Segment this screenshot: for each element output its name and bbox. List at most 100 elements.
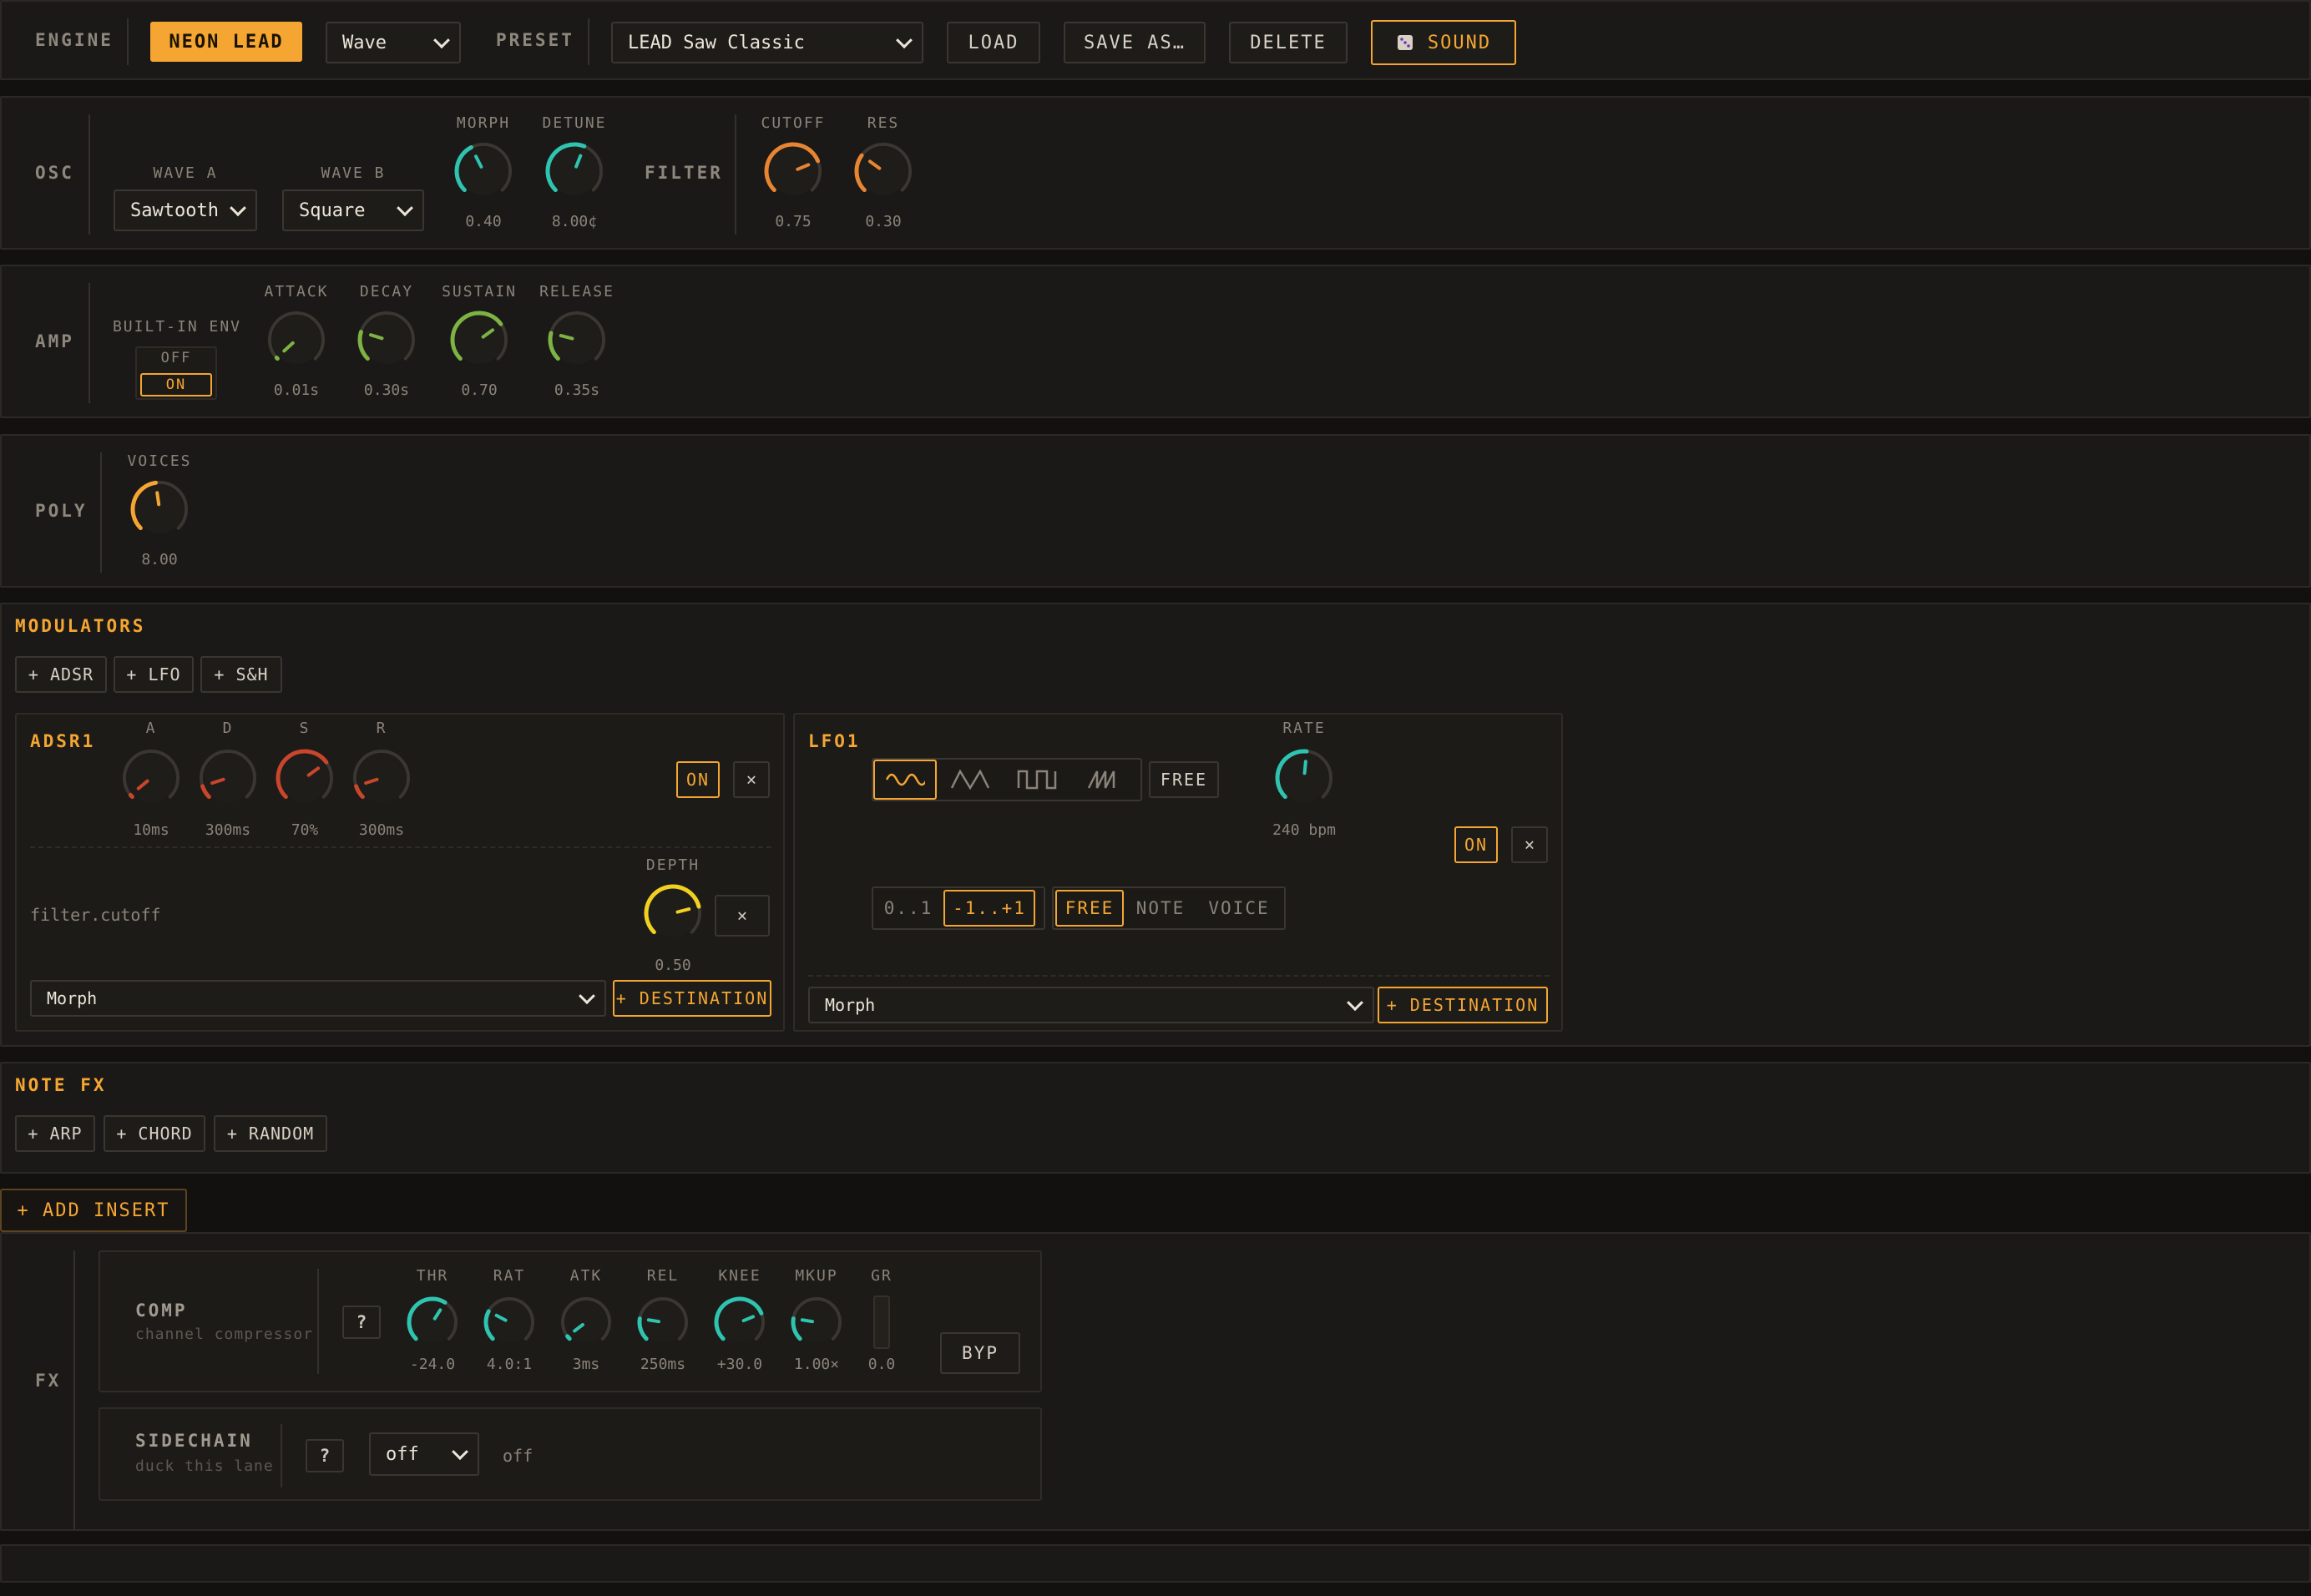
- square-shape-option[interactable]: [1004, 760, 1070, 800]
- knob-body: [553, 316, 601, 364]
- adsr1-d-value: 300ms: [205, 821, 251, 839]
- load-button[interactable]: LOAD: [947, 22, 1040, 63]
- rat-label: RAT: [493, 1267, 526, 1285]
- wave-a-select[interactable]: Sawtooth: [114, 189, 257, 231]
- thr-knob[interactable]: [406, 1295, 459, 1349]
- triangle-shape-option[interactable]: [937, 760, 1004, 800]
- sidechain-help-button[interactable]: ?: [306, 1439, 344, 1472]
- adsr1-dest-value: Morph: [47, 988, 98, 1008]
- wave-a-value: Sawtooth: [130, 200, 219, 221]
- chevron-down-icon: [230, 200, 246, 217]
- add-lfo-button[interactable]: + LFO: [114, 656, 194, 693]
- delete-button[interactable]: DELETE: [1229, 22, 1348, 63]
- thr-label: THR: [416, 1267, 449, 1285]
- knob-indicator: [800, 1318, 815, 1324]
- add-sh-button[interactable]: + S&H: [200, 656, 282, 693]
- voices-knob[interactable]: [129, 479, 190, 539]
- add-adsr-button[interactable]: + ADSR: [15, 656, 107, 693]
- add-arp-button[interactable]: + ARP: [15, 1115, 95, 1152]
- engine-name-badge[interactable]: NEON LEAD: [150, 22, 302, 62]
- lfo1-on-button[interactable]: ON: [1454, 826, 1498, 863]
- env-off-option[interactable]: OFF: [137, 350, 215, 366]
- mode-free-option[interactable]: FREE: [1055, 890, 1124, 927]
- sine-shape-option[interactable]: [873, 760, 937, 800]
- square-wave-icon: [1017, 770, 1057, 790]
- preset-select-value: LEAD Saw Classic: [628, 32, 805, 53]
- release-label: RELEASE: [539, 283, 614, 301]
- comp-help-button[interactable]: ?: [342, 1306, 381, 1339]
- lfo1-add-destination-button[interactable]: + DESTINATION: [1378, 987, 1548, 1023]
- add-random-button[interactable]: + RANDOM: [214, 1115, 327, 1152]
- attack-value: 0.01s: [273, 381, 320, 399]
- detune-value: 8.00¢: [551, 213, 598, 230]
- sustain-knob[interactable]: [449, 310, 509, 370]
- release-knob[interactable]: [547, 310, 607, 370]
- decay-value: 0.30s: [363, 381, 410, 399]
- knob-body: [649, 889, 697, 937]
- rat-knob[interactable]: [483, 1295, 536, 1349]
- sidechain-source-select[interactable]: off: [369, 1432, 479, 1476]
- decay-knob[interactable]: [357, 310, 417, 370]
- builtin-env-label: BUILT-IN ENV: [112, 318, 242, 336]
- atk-knob[interactable]: [559, 1295, 613, 1349]
- engine-select[interactable]: Wave: [326, 22, 461, 63]
- add-insert-button[interactable]: + ADD INSERT: [0, 1189, 187, 1232]
- env-on-option[interactable]: ON: [140, 373, 212, 396]
- attack-knob[interactable]: [266, 310, 326, 370]
- osc-label: OSC: [35, 163, 74, 183]
- adsr1-close-button[interactable]: ×: [733, 761, 770, 798]
- cutoff-value: 0.75: [775, 213, 812, 230]
- lfo1-dest-select[interactable]: Morph: [808, 987, 1374, 1023]
- divider: [100, 452, 102, 573]
- depth-label: DEPTH: [645, 856, 700, 874]
- morph-knob[interactable]: [453, 141, 513, 201]
- adsr1-a-knob[interactable]: [121, 748, 181, 808]
- knee-label: KNEE: [718, 1267, 761, 1285]
- detune-label: DETUNE: [542, 114, 607, 132]
- detune-knob[interactable]: [544, 141, 604, 201]
- sidechain-status: off: [503, 1446, 534, 1466]
- wave-b-value: Square: [299, 200, 366, 221]
- adsr1-add-destination-button[interactable]: + DESTINATION: [613, 980, 771, 1017]
- poly-label: POLY: [35, 501, 88, 521]
- divider: [127, 18, 129, 65]
- mode-voice-option[interactable]: VOICE: [1197, 888, 1281, 928]
- decay-label: DECAY: [359, 283, 414, 301]
- adsr1-dest-select[interactable]: Morph: [30, 980, 606, 1017]
- adsr1-card: ADSR1 A 10ms D 300ms S 70% R 300ms ON × …: [15, 713, 785, 1032]
- preset-select[interactable]: LEAD Saw Classic: [611, 22, 923, 63]
- save-as-button[interactable]: SAVE AS…: [1064, 22, 1206, 63]
- route-remove-button[interactable]: ×: [715, 895, 770, 937]
- env-toggle[interactable]: OFF ON: [135, 346, 217, 400]
- lfo1-close-button[interactable]: ×: [1511, 826, 1548, 863]
- adsr1-d-knob[interactable]: [198, 748, 258, 808]
- add-chord-button[interactable]: + CHORD: [104, 1115, 205, 1152]
- lfo-range-selector: 0..1 -1..+1: [872, 886, 1045, 930]
- range-bipolar-option[interactable]: -1..+1: [943, 890, 1035, 927]
- mode-note-option[interactable]: NOTE: [1124, 888, 1197, 928]
- knee-knob[interactable]: [713, 1295, 766, 1349]
- adsr1-r-knob[interactable]: [351, 748, 412, 808]
- rate-label: RATE: [1282, 720, 1326, 737]
- bypass-button[interactable]: BYP: [940, 1332, 1020, 1374]
- amp-label: AMP: [35, 331, 74, 351]
- adsr1-s-knob[interactable]: [275, 748, 335, 808]
- wave-b-label: WAVE B: [321, 164, 386, 182]
- triangle-wave-icon: [950, 770, 990, 790]
- release-value: 0.35s: [554, 381, 600, 399]
- mkup-knob[interactable]: [790, 1295, 843, 1349]
- range-unipolar-option[interactable]: 0..1: [873, 888, 943, 928]
- lfo1-sync-button[interactable]: FREE: [1149, 761, 1219, 798]
- wave-b-select[interactable]: Square: [282, 189, 424, 231]
- rel-knob[interactable]: [636, 1295, 690, 1349]
- adsr1-on-button[interactable]: ON: [676, 761, 720, 798]
- res-knob[interactable]: [853, 141, 913, 201]
- knob-body: [412, 1301, 453, 1343]
- cutoff-knob[interactable]: [763, 141, 823, 201]
- depth-knob[interactable]: [643, 883, 703, 943]
- notefx-title: NOTE FX: [15, 1075, 107, 1095]
- sound-button[interactable]: SOUND: [1371, 20, 1516, 65]
- rate-knob[interactable]: [1274, 748, 1334, 808]
- saw-shape-option[interactable]: [1070, 760, 1137, 800]
- sidechain-card: SIDECHAIN duck this lane ? off off: [99, 1407, 1042, 1501]
